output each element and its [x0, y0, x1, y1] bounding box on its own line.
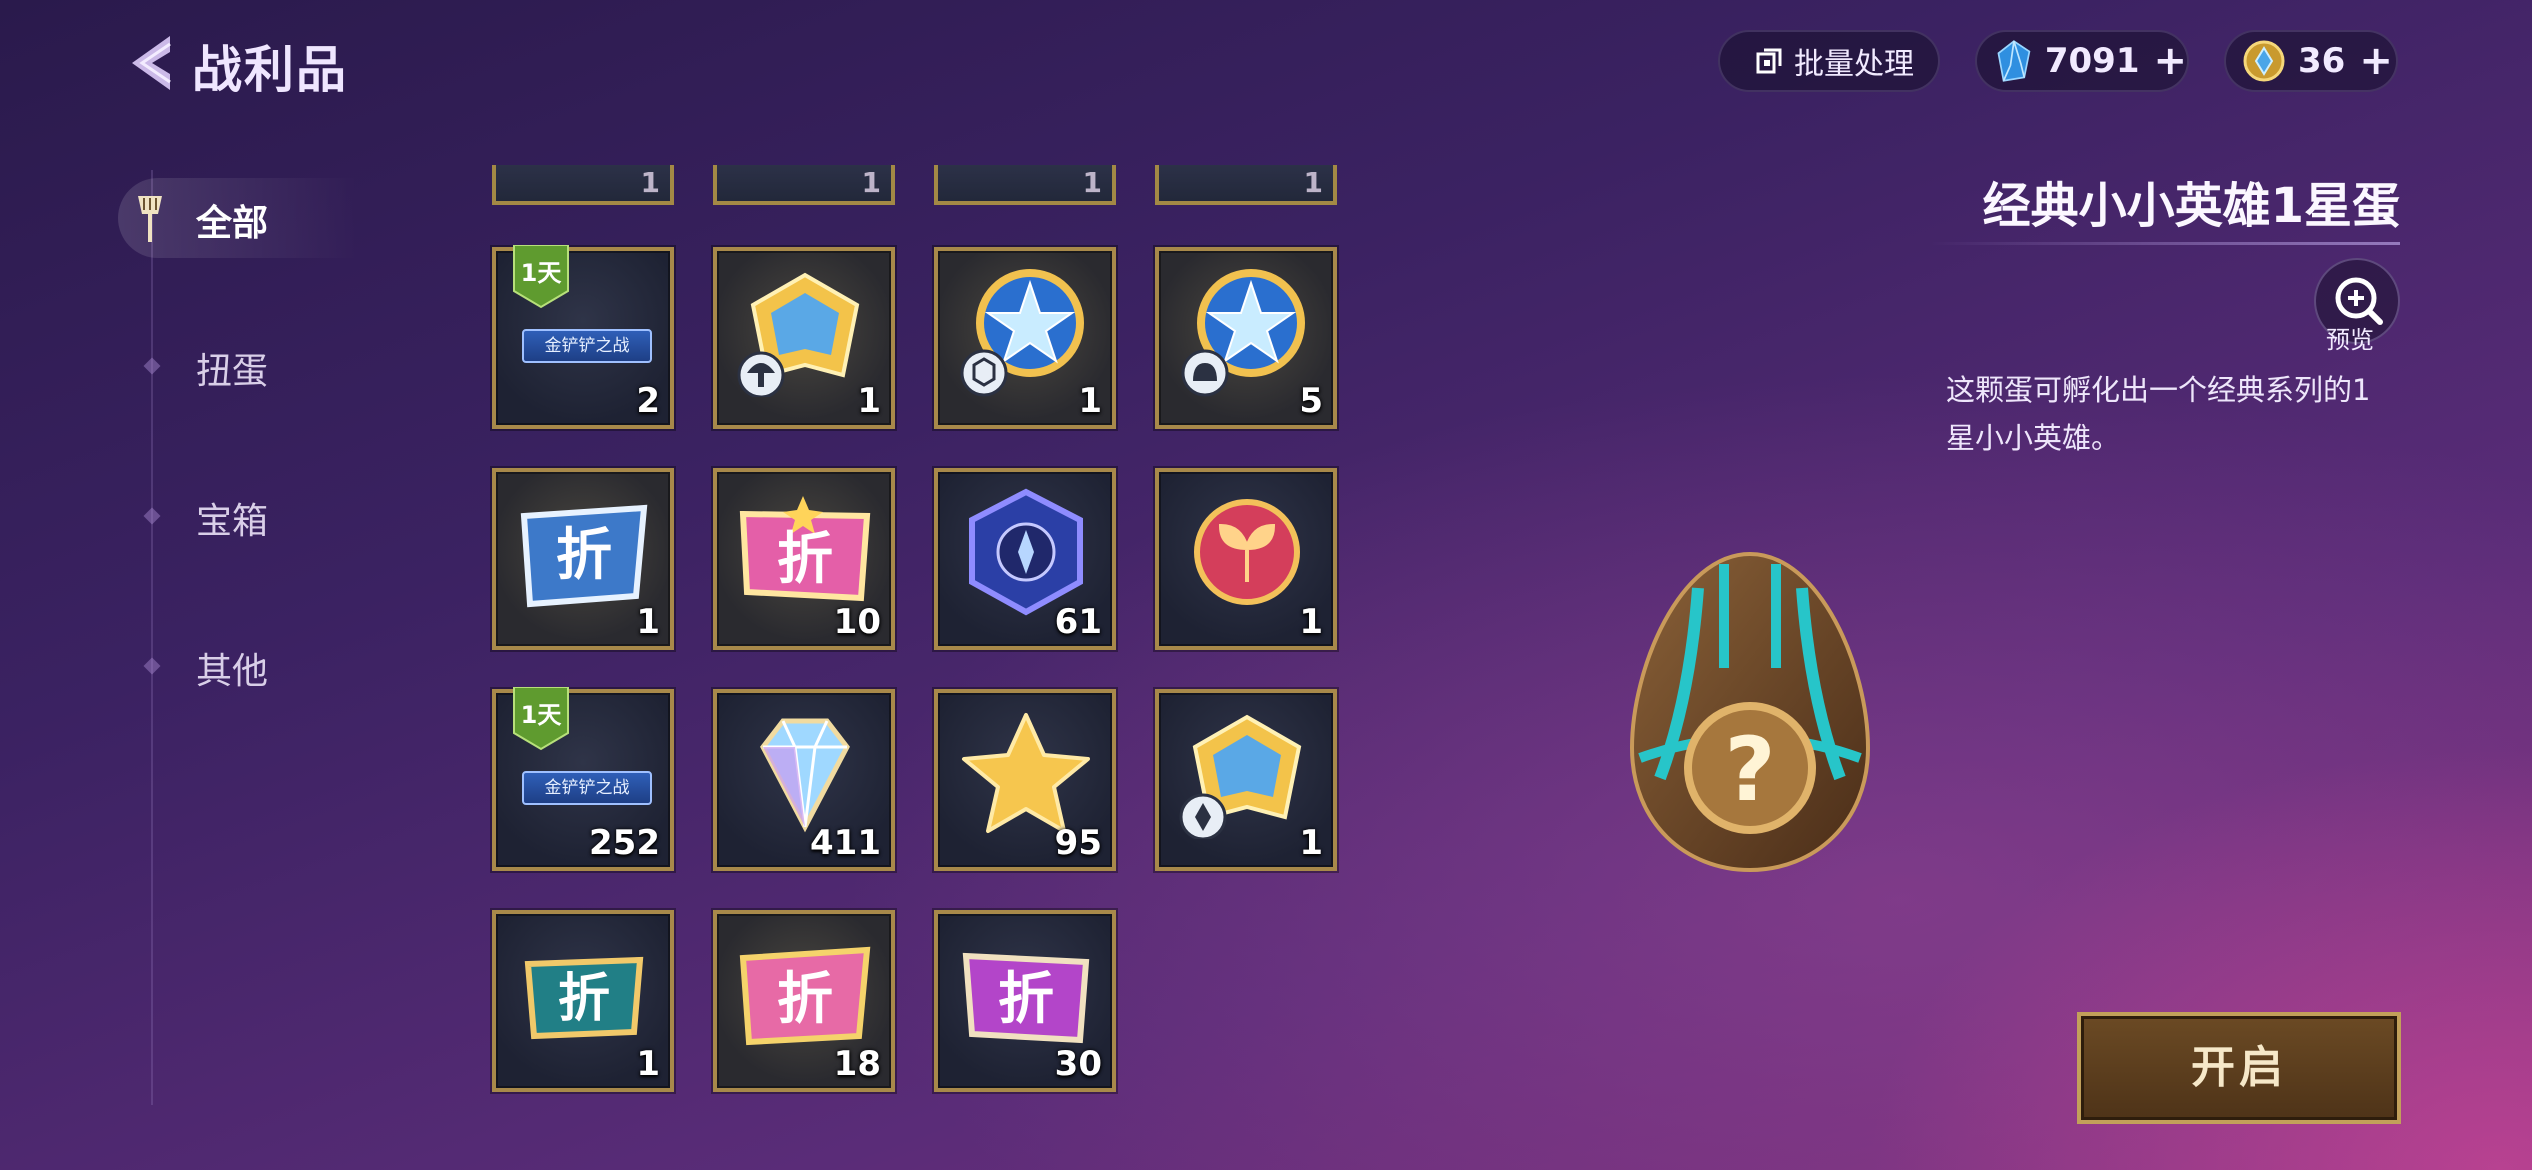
svg-text:折: 折 [558, 969, 610, 1029]
tile-quantity: 61 [1054, 602, 1102, 642]
tile-quantity: 1 [1299, 602, 1323, 642]
page-title: 战利品 [192, 41, 348, 99]
loot-tile[interactable]: 95 [934, 689, 1116, 871]
discount-coupon-blue-icon: 折 [520, 504, 648, 608]
tile-quantity: 411 [810, 823, 881, 863]
loot-tile[interactable]: 5 [1155, 247, 1337, 429]
loot-tile-partial[interactable]: 1 [1155, 165, 1337, 205]
loot-tile-partial[interactable]: 1 [934, 165, 1116, 205]
diamond-gem-icon [760, 718, 850, 833]
spatula-icon [138, 196, 162, 242]
item-description: 这颗蛋可孵化出一个经典系列的1星小小英雄。 [1946, 373, 2371, 455]
loot-tile-partial[interactable]: 1 [492, 165, 674, 205]
add-gems-button[interactable]: + [2153, 41, 2187, 81]
duration-badge: 1天 [512, 687, 570, 751]
tile-quantity: 1 [1303, 166, 1323, 199]
loot-tile[interactable]: 1天 金铲铲之战 252 [492, 687, 674, 871]
sidebar-dot [143, 507, 161, 525]
loot-tile[interactable]: 61 [934, 468, 1116, 650]
tile-quantity: 10 [833, 602, 881, 642]
tile-quantity: 2 [636, 381, 660, 421]
loot-tile[interactable]: 折 1 [492, 468, 674, 650]
sidebar-item-gacha[interactable]: 扭蛋 [196, 342, 268, 394]
leaf-orb-icon [1194, 499, 1300, 605]
loot-grid: 1 1 1 1 1天 金铲铲之战 2 1 1 5 折 1 折 10 61 1 1… [488, 165, 1338, 1095]
tile-quantity: 252 [589, 823, 660, 863]
tile-quantity: 1 [1078, 381, 1102, 421]
sidebar-dot [143, 657, 161, 675]
gold-shield-mushroom-icon [737, 272, 860, 397]
ticket-banner: 金铲铲之战 [522, 329, 652, 363]
loot-tile-partial[interactable]: 1 [713, 165, 895, 205]
loot-tile[interactable]: 1 [1155, 468, 1337, 650]
gem-currency: 7091 + [1975, 30, 2189, 92]
back-arrow-icon[interactable] [118, 30, 184, 96]
loot-screen: 战利品 批量处理 7091 + 36 + 全部 扭蛋 宝箱 其他 1 1 1 1… [0, 0, 2532, 1170]
gold-star-icon [962, 713, 1090, 833]
star-medal-bell-icon [1181, 269, 1305, 397]
sidebar-item-chest[interactable]: 宝箱 [196, 492, 268, 544]
gold-coin-icon [2243, 40, 2285, 82]
batch-icon [1756, 48, 1782, 74]
loot-tile[interactable]: 折 18 [713, 910, 895, 1092]
gem-count: 7091 [2044, 41, 2140, 81]
sidebar-item-all[interactable]: 全部 [196, 194, 268, 246]
sidebar-rail [151, 170, 153, 1105]
coin-count: 36 [2298, 41, 2346, 81]
preview-label: 预览 [2326, 326, 2374, 354]
loot-tile[interactable]: 1 [1155, 689, 1337, 871]
star-medal-dice-icon [960, 269, 1084, 397]
tile-quantity: 18 [833, 1044, 881, 1084]
loot-tile[interactable]: 411 [713, 689, 895, 871]
blue-crystal-icon [1997, 40, 2031, 82]
hero-egg-icon: ? [1629, 551, 1871, 873]
loot-tile[interactable]: 折 1 [492, 910, 674, 1092]
coin-currency: 36 + [2224, 30, 2398, 92]
hex-shard-icon [969, 488, 1083, 616]
discount-coupon-purple-icon: 折 [962, 952, 1090, 1044]
tile-quantity: 1 [1299, 823, 1323, 863]
batch-process-button[interactable]: 批量处理 [1718, 30, 1940, 92]
batch-process-label: 批量处理 [1794, 47, 1914, 82]
svg-text:折: 折 [777, 967, 833, 1032]
title-divider [1930, 242, 2400, 245]
sidebar-dot [143, 357, 161, 375]
tile-quantity: 1 [861, 166, 881, 199]
discount-coupon-teal-icon: 折 [524, 956, 644, 1040]
item-title: 经典小小英雄1星蛋 [1982, 178, 2400, 234]
sidebar-item-other[interactable]: 其他 [196, 642, 268, 694]
duration-badge: 1天 [512, 245, 570, 309]
tile-quantity: 5 [1299, 381, 1323, 421]
tile-quantity: 1 [640, 166, 660, 199]
discount-coupon-pink-icon: 折 [739, 496, 871, 602]
loot-tile[interactable]: 折 10 [713, 468, 895, 650]
svg-text:折: 折 [998, 967, 1054, 1032]
loot-tile[interactable]: 折 30 [934, 910, 1116, 1092]
loot-tile[interactable]: 1 [934, 247, 1116, 429]
svg-text:?: ? [1724, 718, 1775, 821]
add-coins-button[interactable]: + [2359, 41, 2393, 81]
tile-quantity: 95 [1054, 823, 1102, 863]
svg-text:折: 折 [777, 527, 833, 592]
ticket-banner: 金铲铲之战 [522, 771, 652, 805]
tile-quantity: 1 [636, 602, 660, 642]
open-button[interactable]: 开启 [2077, 1012, 2401, 1124]
tile-quantity: 1 [1082, 166, 1102, 199]
loot-tile[interactable]: 1天 金铲铲之战 2 [492, 245, 674, 429]
gold-shield-pin-icon [1179, 714, 1302, 839]
tile-quantity: 1 [636, 1044, 660, 1084]
tile-quantity: 30 [1054, 1044, 1102, 1084]
discount-coupon-gold-icon: 折 [739, 946, 871, 1046]
loot-tile[interactable]: 1 [713, 247, 895, 429]
tile-quantity: 1 [857, 381, 881, 421]
svg-text:折: 折 [556, 523, 612, 588]
